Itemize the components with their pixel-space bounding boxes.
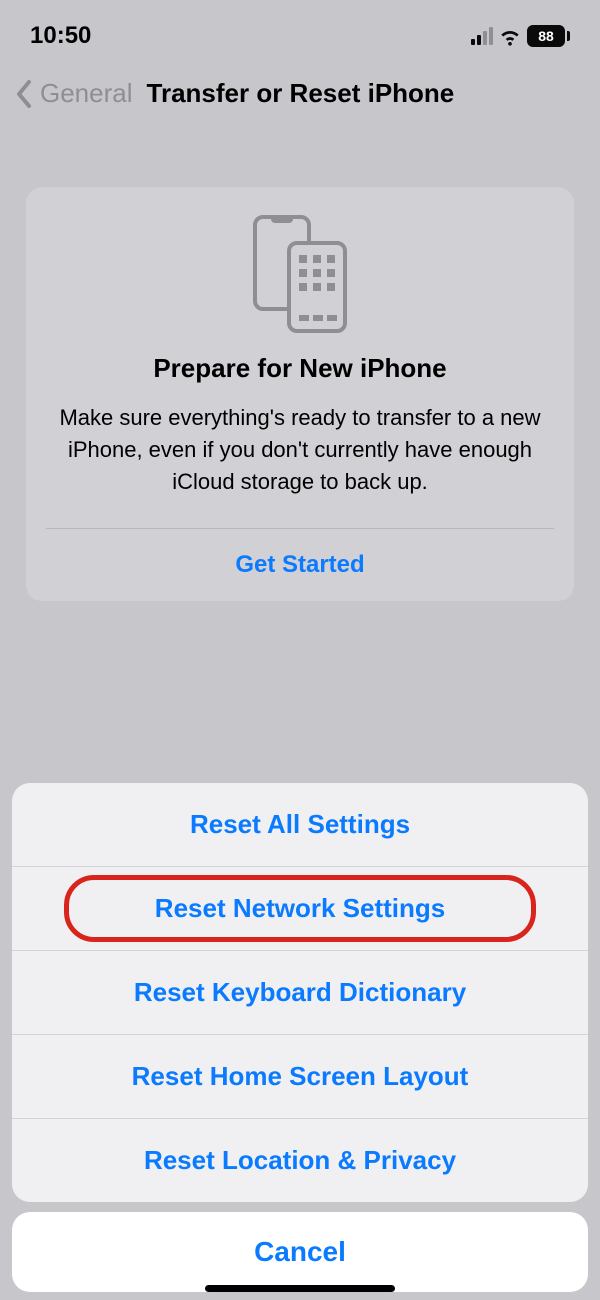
reset-all-settings-button[interactable]: Reset All Settings [12,783,588,867]
sheet-item-label: Reset Network Settings [155,893,445,923]
card-title: Prepare for New iPhone [46,353,554,384]
status-time: 10:50 [30,22,91,50]
sheet-item-label: Reset All Settings [190,809,410,839]
card-description: Make sure everything's ready to transfer… [46,402,554,498]
status-bar: 10:50 88 [0,0,600,60]
page-title: Transfer or Reset iPhone [147,78,455,109]
back-chevron-icon[interactable] [12,79,36,109]
cancel-button[interactable]: Cancel [12,1212,588,1292]
get-started-button[interactable]: Get Started [46,529,554,601]
cancel-button-label: Cancel [254,1236,346,1267]
battery-icon: 88 [527,25,570,47]
device-transfer-icon [46,211,554,349]
reset-network-settings-button[interactable]: Reset Network Settings [12,867,588,951]
action-sheet: Reset All Settings Reset Network Setting… [0,783,600,1300]
reset-home-screen-layout-button[interactable]: Reset Home Screen Layout [12,1035,588,1119]
sheet-item-label: Reset Location & Privacy [144,1145,456,1175]
wifi-icon [499,25,521,47]
cellular-signal-icon [471,27,493,45]
action-sheet-options: Reset All Settings Reset Network Setting… [12,783,588,1202]
home-indicator[interactable] [205,1285,395,1292]
prepare-card: Prepare for New iPhone Make sure everyth… [26,187,574,601]
battery-percent: 88 [538,29,554,43]
nav-header: General Transfer or Reset iPhone [0,60,600,127]
sheet-item-label: Reset Keyboard Dictionary [134,977,466,1007]
status-indicators: 88 [471,25,570,47]
reset-location-privacy-button[interactable]: Reset Location & Privacy [12,1119,588,1202]
back-button-label[interactable]: General [40,78,133,109]
reset-keyboard-dictionary-button[interactable]: Reset Keyboard Dictionary [12,951,588,1035]
sheet-item-label: Reset Home Screen Layout [132,1061,469,1091]
